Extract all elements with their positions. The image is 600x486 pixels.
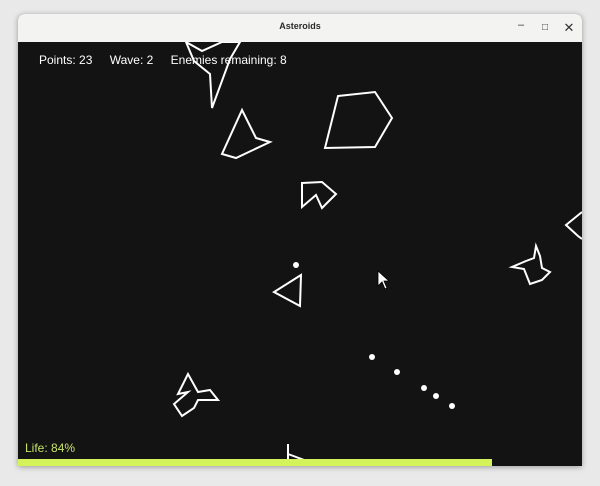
enemies-remaining-label: Enemies remaining: 8 — [170, 53, 287, 67]
asteroid — [220, 107, 273, 160]
mouse-pointer-icon — [377, 270, 391, 290]
title-bar[interactable]: Asteroids – □ ✕ — [18, 14, 582, 43]
asteroid — [323, 90, 394, 150]
game-scene — [172, 42, 582, 466]
bullet — [394, 369, 400, 375]
hud: Points: 23 Wave: 2 Enemies remaining: 8 — [39, 53, 301, 67]
life-bar — [18, 459, 582, 466]
points-label: Points: 23 — [39, 53, 93, 67]
game-window: Asteroids – □ ✕ Points: 23 Wave: 2 Enemi… — [18, 14, 582, 466]
enemy-ship — [508, 242, 552, 286]
asteroid — [564, 211, 582, 240]
bullet — [293, 262, 299, 268]
minimize-button[interactable]: – — [512, 19, 530, 37]
maximize-button[interactable]: □ — [536, 19, 554, 37]
asteroid — [301, 180, 338, 210]
bullet — [421, 385, 427, 391]
asteroid — [272, 273, 303, 308]
life-label: Life: 84% — [25, 441, 76, 455]
wave-label: Wave: 2 — [109, 53, 154, 67]
bullet — [433, 393, 439, 399]
game-canvas[interactable]: Points: 23 Wave: 2 Enemies remaining: 8 … — [18, 42, 582, 466]
life-bar-fill — [18, 459, 492, 466]
enemy-ship — [184, 42, 242, 109]
bullet — [449, 403, 455, 409]
close-button[interactable]: ✕ — [560, 19, 578, 37]
bullet — [369, 354, 375, 360]
asteroid — [172, 371, 221, 418]
window-title: Asteroids — [279, 21, 321, 31]
